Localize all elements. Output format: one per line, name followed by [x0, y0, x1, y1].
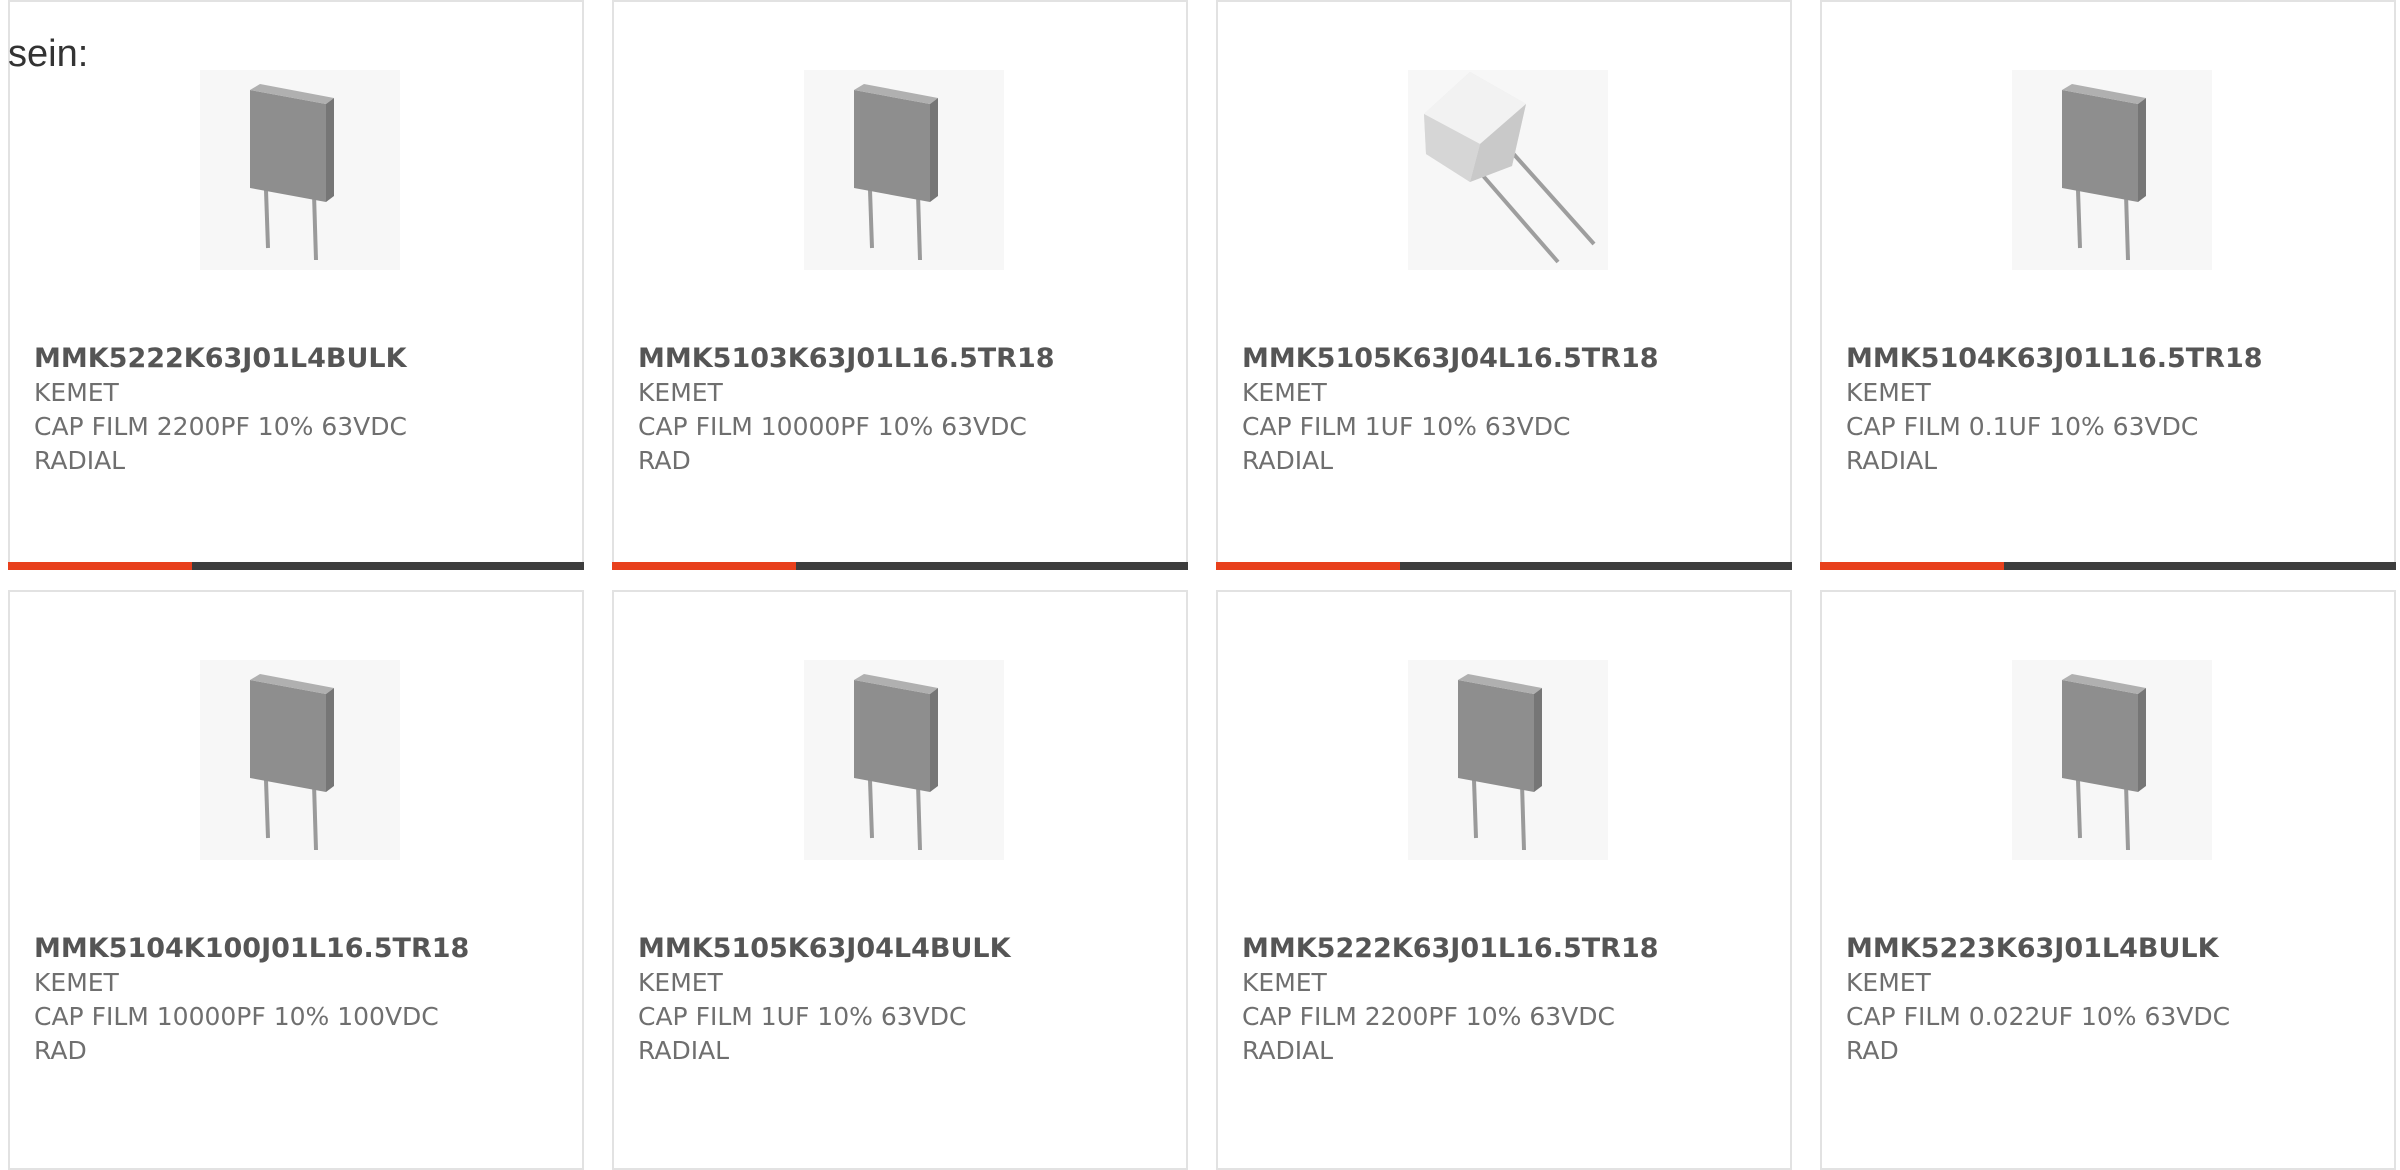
- product-image[interactable]: [1408, 70, 1608, 270]
- product-card[interactable]: MMK5105K63J04L4BULK KEMET CAP FILM 1UF 1…: [612, 590, 1188, 1170]
- product-image[interactable]: [804, 70, 1004, 270]
- description-line-1: CAP FILM 2200PF 10% 63VDC: [34, 412, 407, 441]
- description-line-2: RADIAL: [1242, 446, 1334, 475]
- description-line-2: RADIAL: [34, 446, 126, 475]
- part-number[interactable]: MMK5105K63J04L4BULK: [638, 932, 1166, 966]
- product-card[interactable]: MMK5223K63J01L4BULK KEMET CAP FILM 0.022…: [1820, 590, 2396, 1170]
- description-line-2: RADIAL: [1846, 446, 1938, 475]
- manufacturer: KEMET: [1846, 968, 1931, 997]
- box-capacitor-icon: [200, 660, 400, 860]
- part-number[interactable]: MMK5103K63J01L16.5TR18: [638, 342, 1166, 376]
- description-line-2: RAD: [638, 446, 691, 475]
- manufacturer: KEMET: [638, 378, 723, 407]
- description-line-1: CAP FILM 0.1UF 10% 63VDC: [1846, 412, 2199, 441]
- part-number[interactable]: MMK5104K63J01L16.5TR18: [1846, 342, 2374, 376]
- part-number[interactable]: MMK5104K100J01L16.5TR18: [34, 932, 562, 966]
- accent-strip: [612, 562, 796, 570]
- part-number[interactable]: MMK5105K63J04L16.5TR18: [1242, 342, 1770, 376]
- box-capacitor-icon: [2012, 70, 2212, 270]
- box-capacitor-icon: [804, 70, 1004, 270]
- manufacturer: KEMET: [34, 378, 119, 407]
- product-image[interactable]: [804, 660, 1004, 860]
- box-capacitor-icon: [1408, 660, 1608, 860]
- box-capacitor-icon: [2012, 660, 2212, 860]
- description-line-2: RADIAL: [638, 1036, 730, 1065]
- description-line-1: CAP FILM 1UF 10% 63VDC: [638, 1002, 967, 1031]
- part-number[interactable]: MMK5222K63J01L4BULK: [34, 342, 562, 376]
- product-card[interactable]: MMK5222K63J01L16.5TR18 KEMET CAP FILM 22…: [1216, 590, 1792, 1170]
- part-number[interactable]: MMK5223K63J01L4BULK: [1846, 932, 2374, 966]
- section-heading: sein:: [8, 33, 89, 75]
- description-line-2: RADIAL: [1242, 1036, 1334, 1065]
- card-footer-bar: [1216, 562, 1792, 570]
- manufacturer: KEMET: [1846, 378, 1931, 407]
- manufacturer: KEMET: [1242, 968, 1327, 997]
- manufacturer: KEMET: [1242, 378, 1327, 407]
- description-line-1: CAP FILM 0.022UF 10% 63VDC: [1846, 1002, 2231, 1031]
- description-line-1: CAP FILM 1UF 10% 63VDC: [1242, 412, 1571, 441]
- card-footer-bar: [612, 562, 1188, 570]
- product-card[interactable]: MMK5222K63J01L4BULK KEMET CAP FILM 2200P…: [8, 0, 584, 570]
- product-image[interactable]: [2012, 660, 2212, 860]
- part-number[interactable]: MMK5222K63J01L16.5TR18: [1242, 932, 1770, 966]
- product-card[interactable]: MMK5104K100J01L16.5TR18 KEMET CAP FILM 1…: [8, 590, 584, 1170]
- product-card[interactable]: MMK5104K63J01L16.5TR18 KEMET CAP FILM 0.…: [1820, 0, 2396, 570]
- card-footer-bar: [8, 562, 584, 570]
- description-line-2: RAD: [1846, 1036, 1899, 1065]
- product-card[interactable]: MMK5105K63J04L16.5TR18 KEMET CAP FILM 1U…: [1216, 0, 1792, 570]
- product-image[interactable]: [200, 660, 400, 860]
- description-line-2: RAD: [34, 1036, 87, 1065]
- box-capacitor-icon: [200, 70, 400, 270]
- description-line-1: CAP FILM 2200PF 10% 63VDC: [1242, 1002, 1615, 1031]
- accent-strip: [8, 562, 192, 570]
- accent-strip: [1216, 562, 1400, 570]
- card-footer-bar: [1820, 562, 2396, 570]
- product-card[interactable]: MMK5103K63J01L16.5TR18 KEMET CAP FILM 10…: [612, 0, 1188, 570]
- manufacturer: KEMET: [34, 968, 119, 997]
- description-line-1: CAP FILM 10000PF 10% 100VDC: [34, 1002, 439, 1031]
- description-line-1: CAP FILM 10000PF 10% 63VDC: [638, 412, 1027, 441]
- accent-strip: [1820, 562, 2004, 570]
- box-capacitor-icon: [804, 660, 1004, 860]
- manufacturer: KEMET: [638, 968, 723, 997]
- product-image[interactable]: [200, 70, 400, 270]
- product-image[interactable]: [1408, 660, 1608, 860]
- product-image[interactable]: [2012, 70, 2212, 270]
- box-capacitor-tilted-icon: [1408, 70, 1608, 270]
